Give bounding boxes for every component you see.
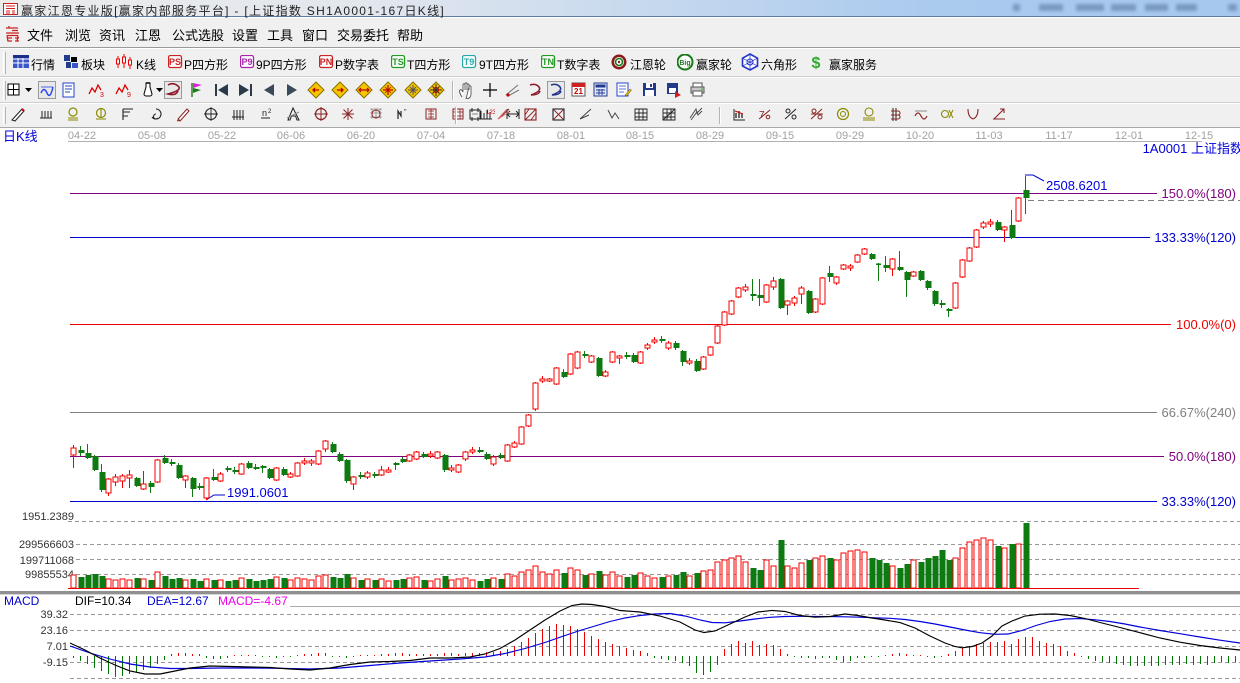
svg-text:07-04: 07-04: [417, 130, 445, 142]
svg-text:21: 21: [574, 87, 583, 96]
svg-text:7.01: 7.01: [47, 641, 68, 653]
svg-text:99855534: 99855534: [25, 569, 74, 581]
svg-text:08-15: 08-15: [626, 130, 654, 142]
svg-text:66.67%(240): 66.67%(240): [1162, 405, 1236, 420]
svg-text:1A0001 上证指数: 1A0001 上证指数: [1143, 141, 1240, 156]
svg-text:39.32: 39.32: [40, 609, 68, 621]
svg-text:日K线: 日K线: [3, 129, 38, 144]
svg-text:TS: TS: [392, 57, 404, 67]
svg-text:11-17: 11-17: [1045, 130, 1072, 142]
svg-text:09-15: 09-15: [766, 130, 794, 142]
svg-text:123: 123: [486, 110, 495, 116]
svg-text:11-03: 11-03: [975, 130, 1002, 142]
svg-text:DEA=12.67: DEA=12.67: [147, 594, 209, 608]
svg-text:299566603: 299566603: [19, 539, 74, 551]
svg-text:100.0%(0): 100.0%(0): [1176, 317, 1236, 332]
svg-text:Big: Big: [679, 60, 690, 67]
svg-text:3: 3: [100, 92, 104, 99]
svg-text:P9: P9: [241, 57, 252, 67]
svg-text:06-20: 06-20: [347, 130, 375, 142]
svg-text:7: 7: [759, 110, 765, 121]
svg-text:$: $: [812, 55, 821, 71]
svg-text:10-20: 10-20: [906, 130, 934, 142]
svg-text:33.33%(120): 33.33%(120): [1162, 494, 1236, 509]
svg-text:05-22: 05-22: [208, 130, 236, 142]
svg-text:2508.6201: 2508.6201: [1046, 178, 1107, 193]
svg-text:133.33%(120): 133.33%(120): [1154, 230, 1236, 245]
svg-text:50.0%(180): 50.0%(180): [1169, 449, 1236, 464]
svg-text:TN: TN: [542, 57, 554, 67]
svg-text:23.16: 23.16: [40, 625, 68, 637]
svg-text:-9.15: -9.15: [43, 657, 68, 669]
svg-text:12-01: 12-01: [1115, 130, 1143, 142]
svg-text:1951.2389: 1951.2389: [22, 511, 74, 523]
svg-text:06-06: 06-06: [277, 130, 305, 142]
svg-text:n: n: [262, 108, 267, 118]
svg-text:DIF=10.34: DIF=10.34: [75, 594, 132, 608]
svg-text:2: 2: [268, 109, 272, 115]
svg-text:1991.0601: 1991.0601: [227, 485, 288, 500]
svg-text:08-29: 08-29: [696, 130, 724, 142]
svg-text:04-22: 04-22: [68, 130, 96, 142]
svg-text:07-18: 07-18: [487, 130, 515, 142]
svg-text:PS: PS: [169, 57, 181, 67]
svg-text:PN: PN: [320, 57, 333, 67]
svg-text:150.0%(180): 150.0%(180): [1162, 186, 1236, 201]
svg-text:9: 9: [127, 92, 131, 99]
svg-text:MACD=-4.67: MACD=-4.67: [218, 594, 288, 608]
svg-text:09-29: 09-29: [836, 130, 864, 142]
svg-text:T9: T9: [464, 57, 475, 67]
svg-text:199711068: 199711068: [20, 555, 74, 567]
svg-text:": ": [404, 109, 407, 116]
svg-text:MACD: MACD: [4, 594, 40, 608]
svg-text:08-01: 08-01: [557, 130, 585, 142]
svg-text:05-08: 05-08: [138, 130, 166, 142]
